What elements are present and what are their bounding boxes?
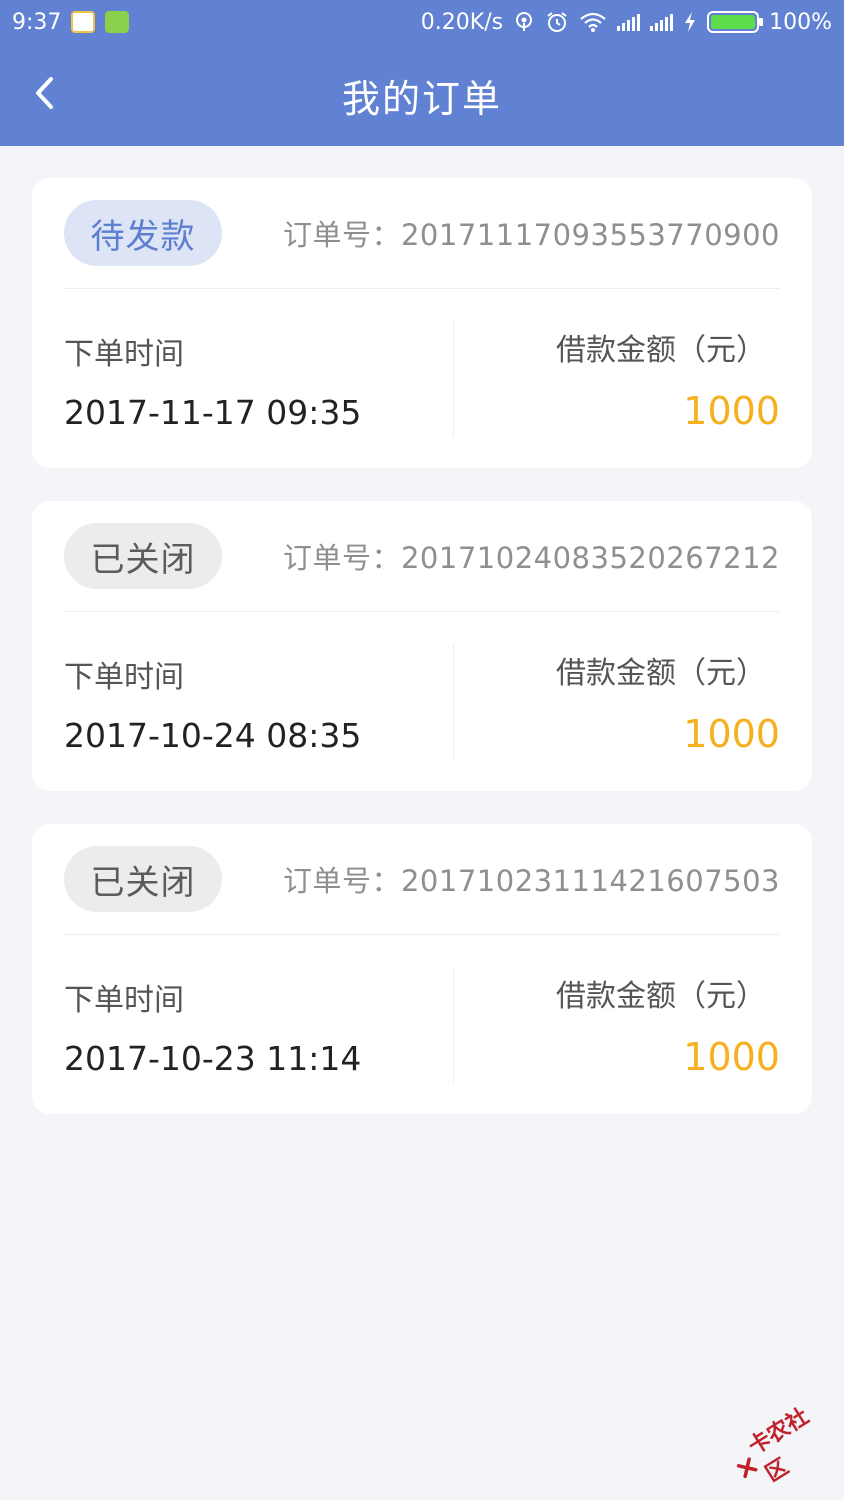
status-bar: 9:37 0.20K/s 100%	[0, 0, 844, 44]
watermark: 卡农社区	[724, 1394, 841, 1498]
order-time: 2017-10-24 08:35	[64, 716, 362, 755]
order-number: 订单号：20171117093553770900	[282, 218, 780, 252]
order-number: 订单号：20171023111421607503	[282, 864, 780, 898]
hotspot-icon	[516, 12, 533, 31]
loan-amount: 1000	[683, 1035, 780, 1079]
order-card[interactable]: 已关闭 订单号：20171023111421607503 下单时间 2017-1…	[32, 824, 812, 1114]
app-notification-icon	[105, 11, 130, 33]
loan-amount: 1000	[683, 712, 780, 756]
battery-level: 100%	[769, 9, 832, 35]
order-card[interactable]: 待发款 订单号：20171117093553770900 下单时间 2017-1…	[32, 178, 812, 468]
app-notification-icon	[71, 11, 96, 33]
loan-amount: 1000	[683, 389, 780, 433]
divider	[453, 321, 454, 437]
top-bar: 9:37 0.20K/s 100% 我的订单	[0, 0, 844, 146]
battery-icon	[707, 11, 764, 33]
loan-amount-label: 借款金额（元）	[556, 656, 766, 691]
order-time-label: 下单时间	[64, 660, 184, 695]
divider	[453, 967, 454, 1083]
order-card-header: 已关闭 订单号：20171023111421607503	[64, 824, 780, 935]
order-time: 2017-10-23 11:14	[64, 1039, 362, 1078]
page-title: 我的订单	[341, 76, 502, 121]
order-time-label: 下单时间	[64, 983, 184, 1018]
signal-icon	[617, 13, 641, 31]
loan-amount-label: 借款金额（元）	[556, 979, 766, 1014]
alarm-icon	[547, 12, 567, 32]
status-badge: 待发款	[64, 200, 222, 266]
status-badge: 已关闭	[64, 523, 222, 589]
order-card-header: 已关闭 订单号：20171024083520267212	[64, 501, 780, 612]
charging-icon	[685, 12, 696, 32]
status-time: 9:37	[12, 9, 62, 35]
order-card-body: 下单时间 2017-10-23 11:14 借款金额（元） 1000	[64, 935, 780, 1114]
order-time-label: 下单时间	[64, 337, 184, 372]
order-card-body: 下单时间 2017-10-24 08:35 借款金额（元） 1000	[64, 612, 780, 791]
net-speed: 0.20K/s	[420, 9, 504, 35]
wifi-icon	[580, 12, 606, 32]
order-card[interactable]: 已关闭 订单号：20171024083520267212 下单时间 2017-1…	[32, 501, 812, 791]
order-card-header: 待发款 订单号：20171117093553770900	[64, 178, 780, 289]
status-badge: 已关闭	[64, 846, 222, 912]
order-card-body: 下单时间 2017-11-17 09:35 借款金额（元） 1000	[64, 289, 780, 468]
order-number: 订单号：20171024083520267212	[282, 541, 780, 575]
chevron-left-icon	[36, 77, 53, 109]
signal-icon	[650, 13, 674, 31]
order-time: 2017-11-17 09:35	[64, 393, 362, 432]
title-bar: 我的订单	[0, 44, 844, 146]
divider	[453, 644, 454, 760]
loan-amount-label: 借款金额（元）	[556, 333, 766, 368]
back-button[interactable]	[24, 70, 64, 116]
